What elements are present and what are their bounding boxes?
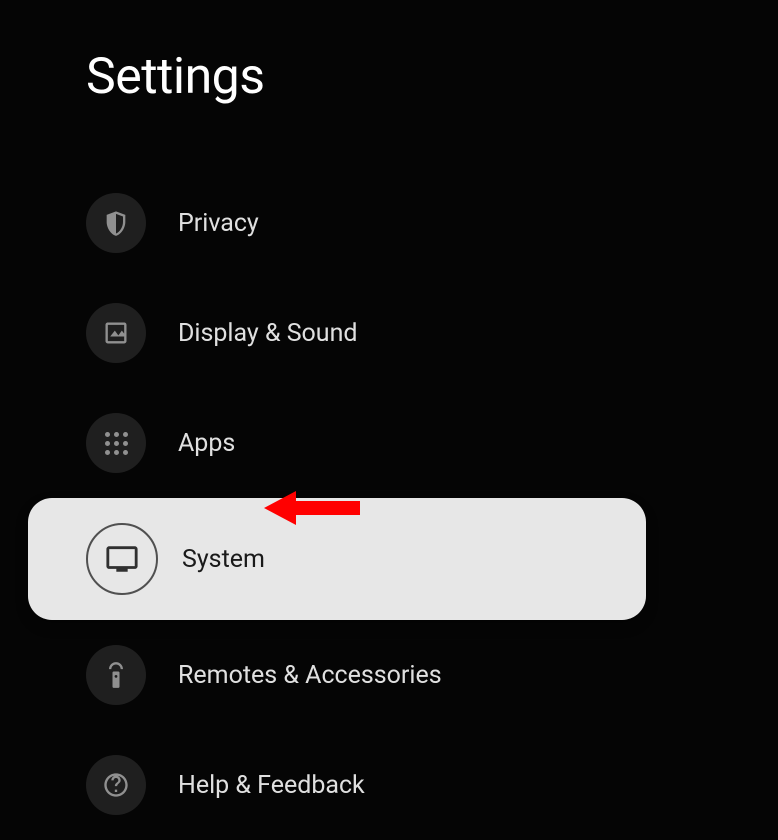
menu-label-remotes: Remotes & Accessories [178, 661, 442, 690]
page-title: Settings [0, 0, 778, 106]
apps-grid-icon [86, 413, 146, 473]
menu-label-apps: Apps [178, 429, 235, 458]
menu-item-apps[interactable]: Apps [0, 388, 778, 498]
menu-item-help[interactable]: Help & Feedback [0, 730, 778, 840]
remote-icon [86, 645, 146, 705]
menu-item-display-sound[interactable]: Display & Sound [0, 278, 778, 388]
menu-item-remotes[interactable]: Remotes & Accessories [0, 620, 778, 730]
menu-item-privacy[interactable]: Privacy [0, 168, 778, 278]
menu-label-privacy: Privacy [178, 209, 259, 238]
shield-icon [86, 193, 146, 253]
help-icon [86, 755, 146, 815]
settings-menu: Privacy Display & Sound Apps System Remo… [0, 168, 778, 840]
tv-icon [86, 523, 158, 595]
menu-label-help: Help & Feedback [178, 771, 365, 800]
menu-item-system[interactable]: System [28, 498, 646, 620]
image-icon [86, 303, 146, 363]
menu-label-display-sound: Display & Sound [178, 319, 358, 348]
menu-label-system: System [182, 545, 265, 574]
